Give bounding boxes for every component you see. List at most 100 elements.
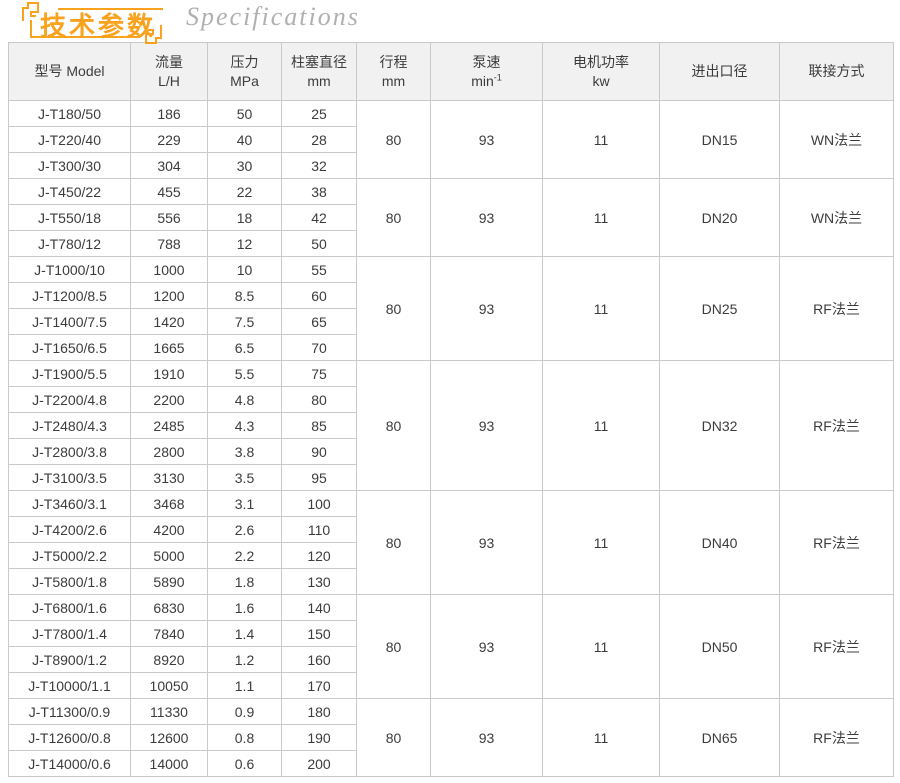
- cell-motor-power: 11: [543, 595, 660, 699]
- cell-plunger-diameter: 170: [282, 673, 357, 699]
- column-header: 柱塞直径mm: [282, 43, 357, 101]
- cell-pressure: 12: [208, 231, 282, 257]
- column-header: 进出口径: [660, 43, 780, 101]
- cell-stroke: 80: [357, 491, 431, 595]
- cell-pressure: 2.2: [208, 543, 282, 569]
- cell-model: J-T2480/4.3: [9, 413, 131, 439]
- cell-flow: 3130: [131, 465, 208, 491]
- cell-model: J-T2800/3.8: [9, 439, 131, 465]
- cell-model: J-T3100/3.5: [9, 465, 131, 491]
- column-header: 联接方式: [780, 43, 894, 101]
- cell-pressure: 22: [208, 179, 282, 205]
- cell-pressure: 50: [208, 101, 282, 127]
- cell-pressure: 4.3: [208, 413, 282, 439]
- cell-pressure: 0.9: [208, 699, 282, 725]
- cell-pressure: 0.8: [208, 725, 282, 751]
- cell-pressure: 3.8: [208, 439, 282, 465]
- cell-plunger-diameter: 42: [282, 205, 357, 231]
- cell-connection: RF法兰: [780, 595, 894, 699]
- cell-flow: 7840: [131, 621, 208, 647]
- cell-flow: 1000: [131, 257, 208, 283]
- cell-pressure: 40: [208, 127, 282, 153]
- table-row: J-T180/501865025809311DN15WN法兰: [9, 101, 894, 127]
- cell-plunger-diameter: 70: [282, 335, 357, 361]
- cell-port-size: DN15: [660, 101, 780, 179]
- cell-motor-power: 11: [543, 699, 660, 777]
- cell-flow: 304: [131, 153, 208, 179]
- cell-model: J-T8900/1.2: [9, 647, 131, 673]
- specifications-table: 型号 Model流量L/H压力MPa柱塞直径mm行程mm泵速min-1电机功率k…: [8, 42, 894, 777]
- cell-flow: 12600: [131, 725, 208, 751]
- page-title-en: Specifications: [186, 2, 360, 32]
- cell-plunger-diameter: 95: [282, 465, 357, 491]
- cell-pump-speed: 93: [431, 179, 543, 257]
- column-header: 压力MPa: [208, 43, 282, 101]
- table-row: J-T1000/1010001055809311DN25RF法兰: [9, 257, 894, 283]
- cell-connection: RF法兰: [780, 361, 894, 491]
- cell-port-size: DN40: [660, 491, 780, 595]
- table-row: J-T11300/0.9113300.9180809311DN65RF法兰: [9, 699, 894, 725]
- cell-pressure: 10: [208, 257, 282, 283]
- table-row: J-T3460/3.134683.1100809311DN40RF法兰: [9, 491, 894, 517]
- cell-connection: RF法兰: [780, 257, 894, 361]
- cell-flow: 1665: [131, 335, 208, 361]
- cell-pressure: 5.5: [208, 361, 282, 387]
- cell-flow: 788: [131, 231, 208, 257]
- cell-flow: 3468: [131, 491, 208, 517]
- cell-pressure: 3.5: [208, 465, 282, 491]
- table-header: 型号 Model流量L/H压力MPa柱塞直径mm行程mm泵速min-1电机功率k…: [9, 43, 894, 101]
- cell-model: J-T6800/1.6: [9, 595, 131, 621]
- cell-plunger-diameter: 32: [282, 153, 357, 179]
- cell-motor-power: 11: [543, 179, 660, 257]
- cell-model: J-T300/30: [9, 153, 131, 179]
- cell-connection: RF法兰: [780, 699, 894, 777]
- cell-pressure: 18: [208, 205, 282, 231]
- cell-flow: 6830: [131, 595, 208, 621]
- cell-pressure: 1.1: [208, 673, 282, 699]
- section-header: 技术参数 Specifications: [0, 0, 900, 42]
- cell-flow: 455: [131, 179, 208, 205]
- cell-port-size: DN65: [660, 699, 780, 777]
- cell-pressure: 0.6: [208, 751, 282, 777]
- cell-plunger-diameter: 110: [282, 517, 357, 543]
- cell-motor-power: 11: [543, 361, 660, 491]
- cell-pump-speed: 93: [431, 491, 543, 595]
- column-header: 流量L/H: [131, 43, 208, 101]
- cell-model: J-T4200/2.6: [9, 517, 131, 543]
- table-row: J-T450/224552238809311DN20WN法兰: [9, 179, 894, 205]
- cell-port-size: DN20: [660, 179, 780, 257]
- cell-model: J-T220/40: [9, 127, 131, 153]
- cell-flow: 2485: [131, 413, 208, 439]
- cell-plunger-diameter: 25: [282, 101, 357, 127]
- cell-pump-speed: 93: [431, 699, 543, 777]
- cell-connection: WN法兰: [780, 179, 894, 257]
- cell-flow: 2200: [131, 387, 208, 413]
- cell-plunger-diameter: 100: [282, 491, 357, 517]
- cell-port-size: DN50: [660, 595, 780, 699]
- cell-plunger-diameter: 28: [282, 127, 357, 153]
- cell-flow: 5890: [131, 569, 208, 595]
- cell-plunger-diameter: 90: [282, 439, 357, 465]
- cell-plunger-diameter: 200: [282, 751, 357, 777]
- column-header: 行程mm: [357, 43, 431, 101]
- column-header: 型号 Model: [9, 43, 131, 101]
- cell-model: J-T450/22: [9, 179, 131, 205]
- cell-flow: 2800: [131, 439, 208, 465]
- table-row: J-T6800/1.668301.6140809311DN50RF法兰: [9, 595, 894, 621]
- cell-model: J-T5000/2.2: [9, 543, 131, 569]
- cell-pressure: 7.5: [208, 309, 282, 335]
- table-row: J-T1900/5.519105.575809311DN32RF法兰: [9, 361, 894, 387]
- cell-pump-speed: 93: [431, 361, 543, 491]
- cell-pressure: 1.6: [208, 595, 282, 621]
- cell-pressure: 1.4: [208, 621, 282, 647]
- cell-pressure: 30: [208, 153, 282, 179]
- cell-plunger-diameter: 85: [282, 413, 357, 439]
- cell-model: J-T11300/0.9: [9, 699, 131, 725]
- cell-flow: 8920: [131, 647, 208, 673]
- cell-flow: 556: [131, 205, 208, 231]
- cell-pressure: 6.5: [208, 335, 282, 361]
- cell-model: J-T1200/8.5: [9, 283, 131, 309]
- cell-plunger-diameter: 160: [282, 647, 357, 673]
- cell-plunger-diameter: 130: [282, 569, 357, 595]
- cell-flow: 5000: [131, 543, 208, 569]
